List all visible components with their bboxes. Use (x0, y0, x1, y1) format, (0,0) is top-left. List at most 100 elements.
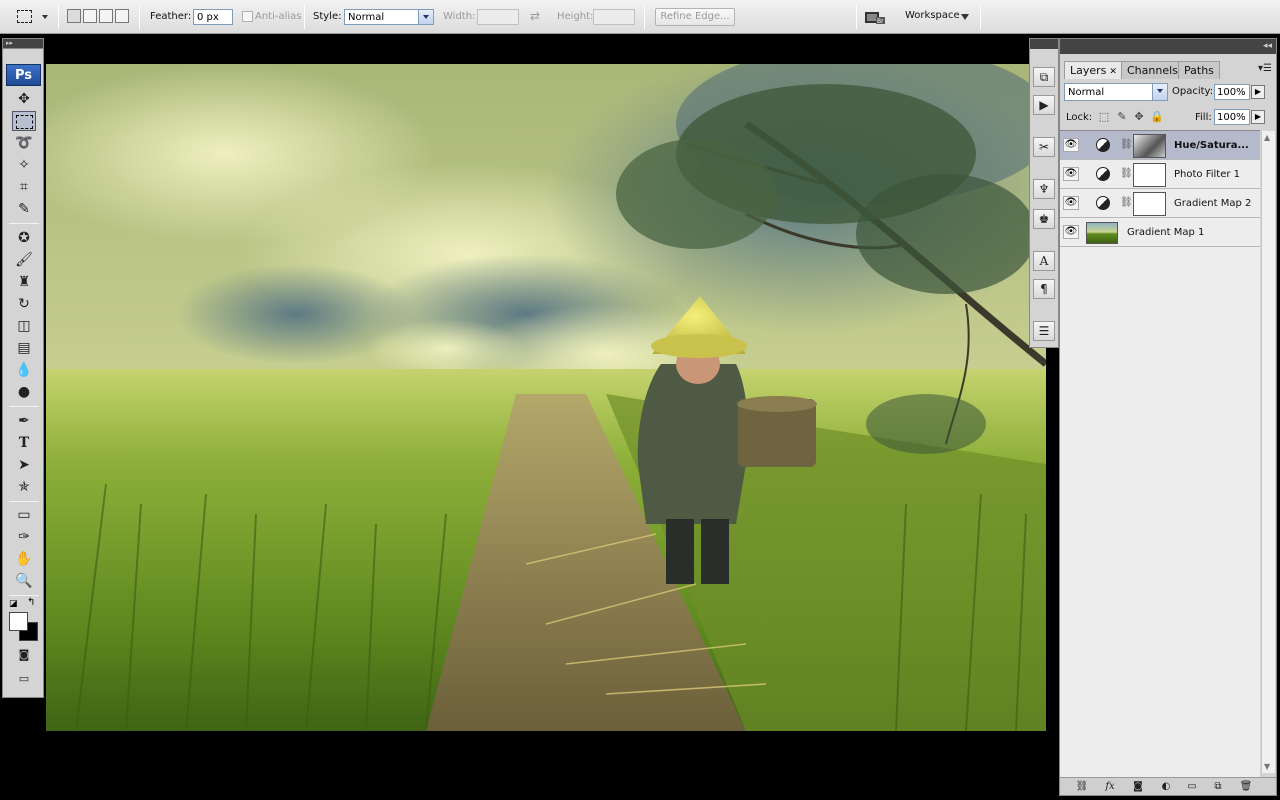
preset-dropdown-arrow-icon[interactable] (42, 15, 48, 19)
link-icon[interactable]: ⛓ (1120, 167, 1133, 181)
scroll-down-icon[interactable]: ▼ (1264, 762, 1270, 771)
layer-row[interactable]: 👁 ⛓ Hue/Satura... (1060, 131, 1260, 160)
new-group-icon[interactable]: ▭ (1184, 781, 1200, 793)
move-tool-icon[interactable]: ✥ (12, 89, 36, 109)
lock-transparent-icon[interactable]: ⬚ (1098, 111, 1110, 123)
panel-menu-icon[interactable]: ▾☰ (1258, 63, 1272, 74)
tools-panel-grip[interactable] (3, 39, 43, 49)
eyedropper-tool-icon[interactable]: ✑ (12, 527, 36, 547)
zoom-tool-icon[interactable]: 🔍 (12, 571, 36, 591)
new-selection-button[interactable] (67, 9, 81, 23)
blend-mode-value: Normal (1068, 87, 1105, 98)
svg-text:Br: Br (877, 18, 884, 25)
swap-colors-icon[interactable]: ↰ (27, 597, 35, 608)
new-layer-icon[interactable]: ⧉ (1210, 781, 1226, 793)
opacity-slider-button[interactable]: ▶ (1251, 85, 1265, 99)
paragraph-panel-icon[interactable]: ¶ (1033, 279, 1055, 299)
type-tool-icon[interactable]: T (12, 433, 36, 453)
link-layers-icon[interactable]: ⛓ (1074, 781, 1090, 793)
trash-icon[interactable]: 🗑 (1238, 781, 1254, 793)
style-select[interactable]: Normal (344, 9, 434, 25)
layer-style-fx-icon[interactable]: fx (1102, 781, 1118, 793)
antialias-checkbox[interactable] (242, 11, 253, 22)
link-icon[interactable]: ⛓ (1120, 196, 1133, 210)
layer-thumbnail[interactable] (1086, 222, 1118, 244)
brushes-panel-icon[interactable]: ♆ (1033, 179, 1055, 199)
actions-panel-icon[interactable]: ▶ (1033, 95, 1055, 115)
character-panel-icon[interactable]: A (1033, 251, 1055, 271)
lock-all-icon[interactable]: 🔒 (1150, 111, 1164, 123)
default-colors-icon[interactable]: ◪ (9, 599, 18, 609)
feather-input[interactable]: 0 px (193, 9, 233, 25)
tab-layers[interactable]: Layers ✕ (1064, 61, 1123, 79)
layers-scrollbar[interactable]: ▲ ▼ (1261, 131, 1275, 773)
layers-panel: ◂◂ Layers ✕ Channels Paths ▾☰ Normal Opac… (1059, 38, 1277, 796)
history-brush-tool-icon[interactable]: ↻ (12, 294, 36, 314)
workspace-chevron-icon[interactable] (961, 14, 969, 20)
style-label: Style: (313, 11, 342, 22)
info-panel-icon[interactable]: ☰ (1033, 321, 1055, 341)
layer-mask-thumbnail[interactable] (1133, 192, 1166, 216)
document-canvas[interactable] (46, 64, 1046, 731)
blur-tool-icon[interactable]: 💧 (12, 360, 36, 380)
fill-input[interactable]: 100% (1214, 109, 1250, 125)
pen-tool-icon[interactable]: ✒ (12, 411, 36, 431)
new-adjustment-layer-icon[interactable]: ◐ (1158, 781, 1174, 793)
tab-paths[interactable]: Paths (1178, 61, 1220, 79)
healing-brush-tool-icon[interactable]: ✪ (12, 228, 36, 248)
bridge-icon[interactable]: Br (864, 9, 886, 25)
tool-presets-icon[interactable]: ✂ (1033, 137, 1055, 157)
magic-wand-tool-icon[interactable]: ✧ (12, 155, 36, 175)
add-to-selection-button[interactable] (83, 9, 97, 23)
height-input[interactable] (593, 9, 635, 25)
rice-field-photo (46, 64, 1046, 731)
custom-shape-tool-icon[interactable]: ✯ (12, 477, 36, 497)
scroll-up-icon[interactable]: ▲ (1264, 133, 1270, 142)
width-input[interactable] (477, 9, 519, 25)
link-icon[interactable]: ⛓ (1120, 138, 1133, 152)
screen-mode-icon[interactable]: ▭ (12, 669, 36, 689)
eye-icon[interactable]: 👁 (1063, 138, 1079, 152)
clone-source-icon[interactable]: ♚ (1033, 209, 1055, 229)
slice-tool-icon[interactable]: ✎ (12, 199, 36, 219)
eye-icon[interactable]: 👁 (1063, 225, 1079, 239)
brush-tool-icon[interactable]: 🖌 (12, 250, 36, 270)
history-panel-icon[interactable]: ⧉ (1033, 67, 1055, 87)
gradient-tool-icon[interactable]: ▤ (12, 338, 36, 358)
blend-mode-select[interactable]: Normal (1064, 83, 1168, 101)
rectangular-marquee-tool-icon[interactable] (12, 111, 36, 131)
intersect-selection-button[interactable] (115, 9, 129, 23)
clone-stamp-tool-icon[interactable]: ♜ (12, 272, 36, 292)
opacity-input[interactable]: 100% (1214, 84, 1250, 100)
eye-icon[interactable]: 👁 (1063, 167, 1079, 181)
layers-panel-grip[interactable] (1060, 39, 1276, 54)
dodge-tool-icon[interactable]: ● (12, 382, 36, 402)
subtract-from-selection-button[interactable] (99, 9, 113, 23)
add-mask-icon[interactable]: ◙ (1130, 781, 1146, 793)
layer-row[interactable]: 👁 Gradient Map 1 (1060, 218, 1260, 247)
workspace-button[interactable]: Workspace (905, 10, 960, 21)
eye-icon[interactable]: 👁 (1063, 196, 1079, 210)
layer-mask-thumbnail[interactable] (1133, 134, 1166, 158)
layer-row[interactable]: 👁 ⛓ Photo Filter 1 (1060, 160, 1260, 189)
path-selection-tool-icon[interactable]: ➤ (12, 455, 36, 475)
lock-image-icon[interactable]: ✎ (1116, 111, 1128, 123)
foreground-color-swatch[interactable] (9, 612, 28, 631)
tab-channels[interactable]: Channels (1121, 61, 1184, 79)
rectangular-marquee-preset-icon[interactable] (17, 10, 32, 23)
close-icon[interactable]: ✕ (1109, 67, 1117, 77)
fill-slider-button[interactable]: ▶ (1251, 110, 1265, 124)
layer-row[interactable]: 👁 ⛓ Gradient Map 2 (1060, 189, 1260, 218)
collapse-panel-icon[interactable]: ◂◂ (1263, 41, 1272, 51)
swap-dimensions-icon[interactable]: ⇄ (530, 9, 540, 23)
quick-mask-icon[interactable]: ◙ (12, 645, 36, 665)
crop-tool-icon[interactable]: ⌗ (12, 177, 36, 197)
layer-mask-thumbnail[interactable] (1133, 163, 1166, 187)
notes-tool-icon[interactable]: ▭ (12, 505, 36, 525)
lasso-tool-icon[interactable]: ➰ (12, 133, 36, 153)
refine-edge-button[interactable]: Refine Edge... (655, 8, 735, 26)
eraser-tool-icon[interactable]: ◫ (12, 316, 36, 336)
dock-grip[interactable] (1030, 39, 1058, 49)
lock-position-icon[interactable]: ✥ (1133, 111, 1145, 123)
hand-tool-icon[interactable]: ✋ (12, 549, 36, 569)
